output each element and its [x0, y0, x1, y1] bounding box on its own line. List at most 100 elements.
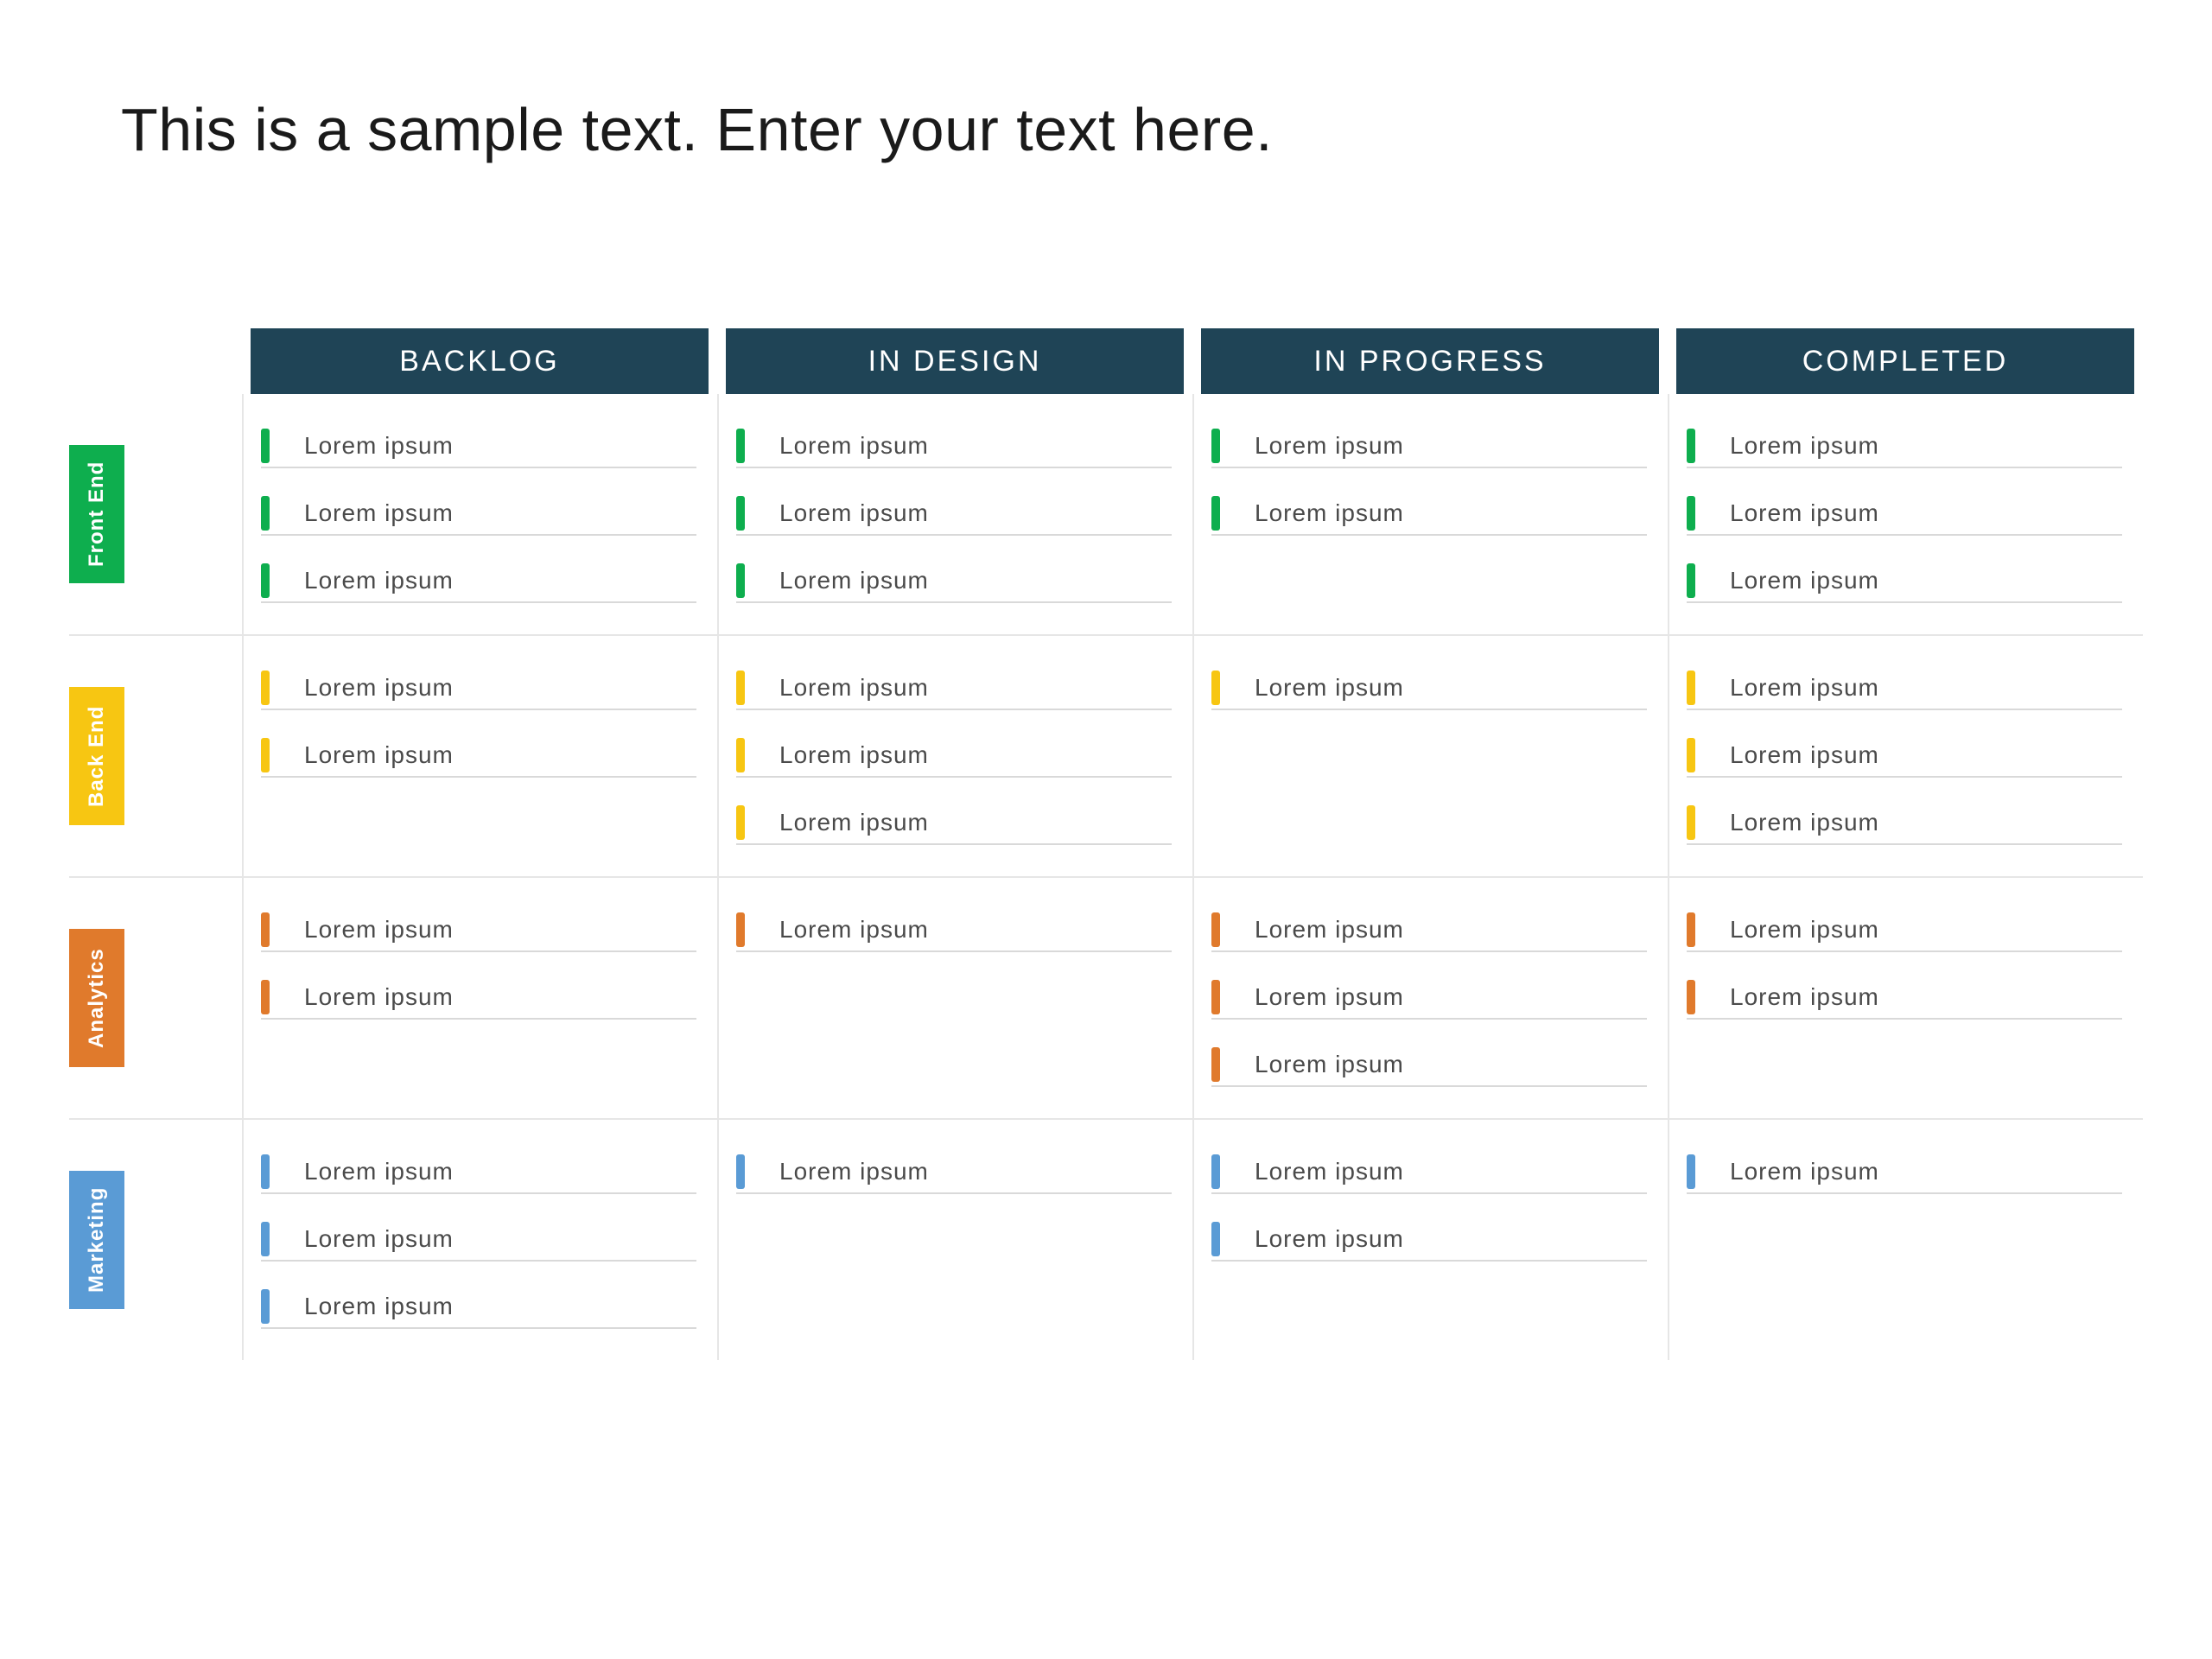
row-label-cell: Marketing	[69, 1118, 242, 1360]
task-item: Lorem ipsum	[261, 1154, 696, 1194]
task-item: Lorem ipsum	[736, 1154, 1172, 1194]
task-item: Lorem ipsum	[1687, 563, 2122, 603]
row-label-marketing: Marketing	[69, 1171, 124, 1309]
task-item: Lorem ipsum	[1687, 429, 2122, 468]
task-color-tick	[1687, 563, 1695, 598]
task-color-tick	[736, 805, 745, 840]
task-text: Lorem ipsum	[304, 1225, 454, 1253]
column-header-in-design: IN DESIGN	[726, 328, 1184, 394]
column-header-in-progress: IN PROGRESS	[1201, 328, 1659, 394]
task-text: Lorem ipsum	[1730, 567, 1879, 594]
task-text: Lorem ipsum	[304, 741, 454, 769]
task-item: Lorem ipsum	[261, 563, 696, 603]
task-color-tick	[1211, 980, 1220, 1014]
task-text: Lorem ipsum	[1255, 432, 1404, 460]
task-text: Lorem ipsum	[304, 432, 454, 460]
task-color-tick	[261, 429, 270, 463]
task-item: Lorem ipsum	[1211, 429, 1647, 468]
board-cell: Lorem ipsum	[1668, 1118, 2143, 1360]
task-color-tick	[736, 738, 745, 772]
board-cell: Lorem ipsum Lorem ipsum Lorem ipsum	[1668, 394, 2143, 634]
board-cell: Lorem ipsum Lorem ipsum	[1192, 1118, 1668, 1360]
board-cell: Lorem ipsum	[717, 876, 1192, 1118]
row-label-wrap: Front End	[69, 394, 124, 634]
task-color-tick	[1687, 738, 1695, 772]
row-label-back-end: Back End	[69, 687, 124, 825]
task-text: Lorem ipsum	[1730, 809, 1879, 836]
task-item: Lorem ipsum	[736, 429, 1172, 468]
task-color-tick	[261, 496, 270, 531]
board-cell: Lorem ipsum Lorem ipsum Lorem ipsum	[242, 394, 717, 634]
task-color-tick	[261, 1289, 270, 1324]
board-cell: Lorem ipsum Lorem ipsum Lorem ipsum	[1668, 634, 2143, 876]
task-text: Lorem ipsum	[1255, 1225, 1404, 1253]
task-item: Lorem ipsum	[1687, 671, 2122, 710]
task-text: Lorem ipsum	[1255, 674, 1404, 702]
task-color-tick	[1211, 429, 1220, 463]
task-color-tick	[1687, 980, 1695, 1014]
task-item: Lorem ipsum	[1687, 496, 2122, 536]
task-text: Lorem ipsum	[1730, 983, 1879, 1011]
task-item: Lorem ipsum	[261, 496, 696, 536]
task-color-tick	[261, 738, 270, 772]
task-item: Lorem ipsum	[736, 805, 1172, 845]
task-color-tick	[261, 671, 270, 705]
task-color-tick	[261, 912, 270, 947]
task-text: Lorem ipsum	[304, 1293, 454, 1320]
task-text: Lorem ipsum	[1255, 1158, 1404, 1185]
task-text: Lorem ipsum	[1255, 499, 1404, 527]
row-label-wrap: Analytics	[69, 878, 124, 1118]
task-color-tick	[736, 671, 745, 705]
task-text: Lorem ipsum	[779, 1158, 929, 1185]
task-item: Lorem ipsum	[1211, 1047, 1647, 1087]
row-label-cell: Front End	[69, 394, 242, 634]
task-color-tick	[736, 563, 745, 598]
task-color-tick	[1211, 496, 1220, 531]
task-text: Lorem ipsum	[779, 499, 929, 527]
task-text: Lorem ipsum	[779, 432, 929, 460]
task-text: Lorem ipsum	[779, 567, 929, 594]
board-cell: Lorem ipsum Lorem ipsum Lorem ipsum	[242, 1118, 717, 1360]
task-text: Lorem ipsum	[304, 499, 454, 527]
task-color-tick	[736, 1154, 745, 1189]
task-item: Lorem ipsum	[1687, 1154, 2122, 1194]
task-color-tick	[261, 563, 270, 598]
task-item: Lorem ipsum	[261, 671, 696, 710]
task-item: Lorem ipsum	[1211, 496, 1647, 536]
task-item: Lorem ipsum	[261, 1222, 696, 1262]
task-text: Lorem ipsum	[779, 916, 929, 944]
task-color-tick	[1211, 912, 1220, 947]
task-text: Lorem ipsum	[304, 1158, 454, 1185]
header-spacer	[69, 328, 242, 394]
column-header-completed: COMPLETED	[1676, 328, 2134, 394]
task-text: Lorem ipsum	[1255, 916, 1404, 944]
task-item: Lorem ipsum	[1211, 1222, 1647, 1262]
task-item: Lorem ipsum	[736, 912, 1172, 952]
task-color-tick	[1687, 805, 1695, 840]
board-cell: Lorem ipsum Lorem ipsum	[1192, 394, 1668, 634]
board-cell: Lorem ipsumLorem ipsum	[242, 876, 717, 1118]
kanban-board: BACKLOG IN DESIGN IN PROGRESS COMPLETED …	[69, 328, 2143, 1360]
task-item: Lorem ipsum	[1211, 912, 1647, 952]
task-item: Lorem ipsum	[261, 738, 696, 778]
task-item: Lorem ipsum	[261, 980, 696, 1020]
task-text: Lorem ipsum	[1730, 674, 1879, 702]
task-item: Lorem ipsum	[1687, 980, 2122, 1020]
row-label-cell: Analytics	[69, 876, 242, 1118]
task-color-tick	[1211, 1047, 1220, 1082]
row-label-wrap: Back End	[69, 636, 124, 876]
board-cell: Lorem ipsum Lorem ipsum	[242, 634, 717, 876]
task-text: Lorem ipsum	[1730, 741, 1879, 769]
task-color-tick	[1211, 1154, 1220, 1189]
task-color-tick	[261, 1154, 270, 1189]
task-text: Lorem ipsum	[779, 809, 929, 836]
task-color-tick	[736, 496, 745, 531]
task-text: Lorem ipsum	[1255, 1051, 1404, 1078]
task-color-tick	[261, 1222, 270, 1256]
task-text: Lorem ipsum	[779, 674, 929, 702]
task-color-tick	[1687, 912, 1695, 947]
task-item: Lorem ipsum	[261, 1289, 696, 1329]
task-color-tick	[1687, 1154, 1695, 1189]
task-text: Lorem ipsum	[304, 674, 454, 702]
task-item: Lorem ipsum	[736, 496, 1172, 536]
